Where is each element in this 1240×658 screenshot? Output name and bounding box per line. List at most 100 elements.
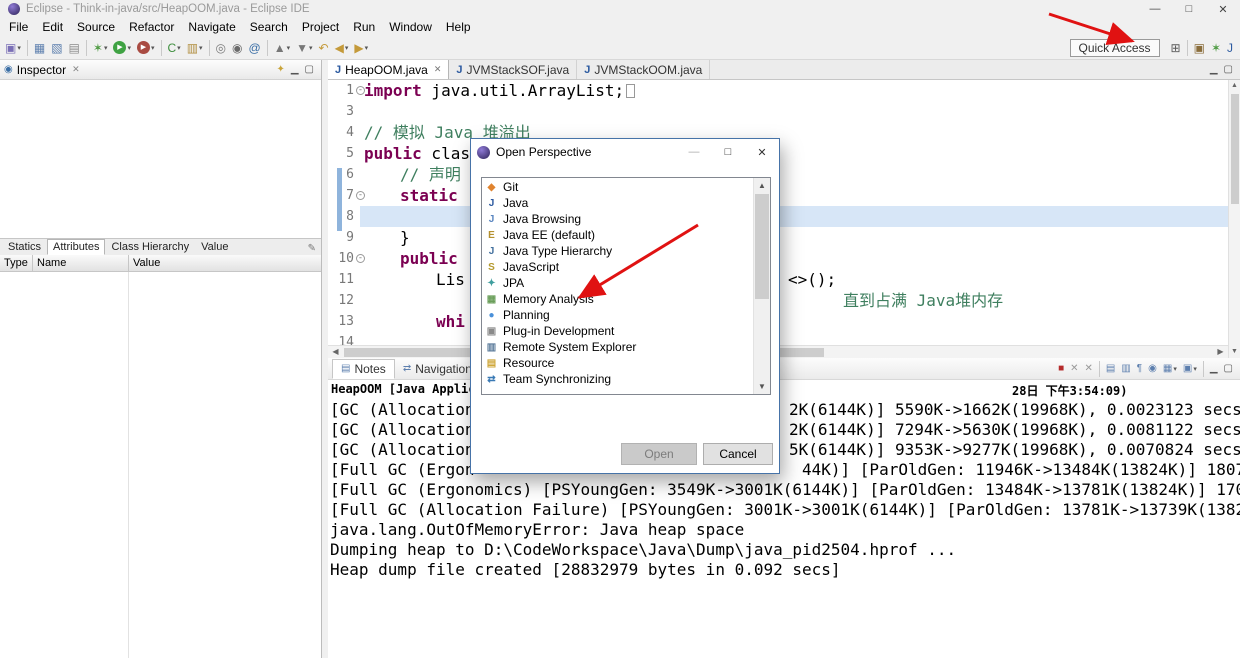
minimize-view-button[interactable]: ▁: [288, 60, 302, 80]
back-button[interactable]: ◀ ▾: [332, 38, 352, 58]
tab-inspector[interactable]: ◉ Inspector ✕: [4, 63, 80, 77]
attributes-table-body[interactable]: [0, 272, 321, 658]
tab-value[interactable]: Value: [195, 239, 234, 255]
fold-collapse-icon[interactable]: -: [356, 254, 365, 263]
open-button[interactable]: Open: [621, 443, 697, 465]
perspective-item-javascript[interactable]: S JavaScript: [482, 259, 754, 275]
run-button[interactable]: ▶ ▾: [110, 38, 134, 58]
perspective-jee-button[interactable]: ▣: [1191, 38, 1208, 58]
open-console-button[interactable]: ▣ ▾: [1180, 359, 1200, 379]
perspective-item-java[interactable]: J Java: [482, 195, 754, 211]
menu-item-search[interactable]: Search: [243, 19, 295, 35]
perspective-item-java-type-hierarchy[interactable]: J Java Type Hierarchy: [482, 243, 754, 259]
scroll-down-icon[interactable]: [754, 379, 770, 394]
menu-item-navigate[interactable]: Navigate: [181, 19, 242, 35]
tab-class-hierarchy[interactable]: Class Hierarchy: [105, 239, 195, 255]
perspective-item-planning[interactable]: ● Planning: [482, 307, 754, 323]
search-button[interactable]: ◉: [229, 38, 245, 58]
last-edit-location-button[interactable]: ↶: [316, 38, 332, 58]
scroll-right-icon[interactable]: [1214, 346, 1227, 358]
maximize-view-button[interactable]: ▢: [1221, 359, 1236, 379]
column-header-name[interactable]: Name: [37, 257, 66, 269]
column-header-type[interactable]: Type: [4, 257, 28, 269]
perspective-debug-button[interactable]: ✶: [1208, 38, 1224, 58]
close-tab-icon[interactable]: ✕: [434, 64, 442, 75]
remove-all-launches-button[interactable]: ✕: [1082, 359, 1096, 379]
inspector-body[interactable]: [0, 80, 321, 238]
annotation-prev-button[interactable]: ▲ ▾: [271, 38, 293, 58]
window-minimize-button[interactable]: —: [1138, 0, 1172, 18]
scroll-down-icon[interactable]: [1229, 346, 1240, 358]
tab-jvmstackoom-java[interactable]: J JVMStackOOM.java: [577, 60, 711, 79]
perspective-item-git[interactable]: ◆ Git: [482, 179, 754, 195]
run-external-tools-button[interactable]: ▶ ▾: [134, 38, 158, 58]
menu-item-help[interactable]: Help: [439, 19, 478, 35]
new-wizard-button[interactable]: ▣ ▾: [2, 38, 24, 58]
print-button[interactable]: ▤: [66, 38, 83, 58]
scroll-up-icon[interactable]: [1229, 80, 1240, 92]
menu-item-project[interactable]: Project: [295, 19, 346, 35]
terminate-button[interactable]: ■: [1055, 359, 1067, 379]
menu-item-window[interactable]: Window: [382, 19, 439, 35]
save-all-button[interactable]: ▧: [48, 38, 65, 58]
dialog-close-button[interactable]: ✕: [745, 139, 779, 165]
cancel-button[interactable]: Cancel: [703, 443, 773, 465]
tab-notes[interactable]: ▤ Notes: [332, 358, 395, 379]
maximize-view-button[interactable]: ▢: [302, 60, 317, 80]
new-java-package-button[interactable]: ▥ ▾: [184, 38, 206, 58]
annotation-next-button[interactable]: ▼ ▾: [293, 38, 315, 58]
menu-item-file[interactable]: File: [2, 19, 35, 35]
vertical-scrollbar[interactable]: [1228, 80, 1240, 358]
dialog-title-bar[interactable]: Open Perspective — □ ✕: [471, 139, 779, 165]
maximize-view-button[interactable]: ▢: [1221, 60, 1236, 80]
fold-collapse-icon[interactable]: -: [356, 191, 365, 200]
debug-button[interactable]: ✶ ▾: [90, 38, 111, 58]
window-maximize-button[interactable]: □: [1172, 0, 1206, 18]
perspective-item-java-browsing[interactable]: J Java Browsing: [482, 211, 754, 227]
remove-launch-button[interactable]: ✕: [1067, 359, 1081, 379]
quick-access-button[interactable]: Quick Access: [1069, 38, 1160, 57]
perspective-item-resource[interactable]: ▤ Resource: [482, 355, 754, 371]
display-selected-console-button[interactable]: ▦ ▾: [1160, 359, 1180, 379]
tab-attributes[interactable]: Attributes: [47, 239, 106, 255]
pin-console-button[interactable]: ◉: [1145, 359, 1160, 379]
minimize-view-button[interactable]: ▁: [1207, 60, 1221, 80]
scroll-thumb[interactable]: [755, 194, 769, 299]
dialog-maximize-button[interactable]: □: [711, 139, 745, 165]
perspective-item-memory-analysis[interactable]: ▦ Memory Analysis: [482, 291, 754, 307]
console-output[interactable]: [GC (Allocation 2K(6144K)] 5590K->1662K(1…: [328, 398, 1240, 658]
window-close-button[interactable]: ✕: [1206, 0, 1240, 18]
perspective-item-remote-system-explorer[interactable]: ▥ Remote System Explorer: [482, 339, 754, 355]
view-menu-pen-icon[interactable]: ✎: [308, 243, 321, 255]
dialog-minimize-button[interactable]: —: [677, 139, 711, 165]
tab-statics[interactable]: Statics: [2, 239, 47, 255]
vertical-scroll-thumb[interactable]: [1231, 94, 1239, 204]
external-javadoc-button[interactable]: @: [246, 38, 264, 58]
scroll-left-icon[interactable]: [329, 346, 342, 358]
column-header-value[interactable]: Value: [133, 257, 160, 269]
dialog-scrollbar[interactable]: [753, 178, 770, 394]
tab-jvmstacksof-java[interactable]: J JVMStackSOF.java: [449, 60, 578, 79]
minimize-view-button[interactable]: ▁: [1207, 359, 1221, 379]
menu-item-edit[interactable]: Edit: [35, 19, 70, 35]
menu-item-refactor[interactable]: Refactor: [122, 19, 181, 35]
open-type-button[interactable]: ◎: [213, 38, 229, 58]
fold-collapse-icon[interactable]: -: [356, 86, 365, 95]
perspective-item-plug-in-development[interactable]: ▣ Plug-in Development: [482, 323, 754, 339]
perspective-item-java-ee-default-[interactable]: E Java EE (default): [482, 227, 754, 243]
forward-button[interactable]: ▶ ▾: [351, 38, 371, 58]
perspective-java-button[interactable]: J: [1224, 38, 1236, 58]
close-view-icon[interactable]: ✕: [72, 64, 80, 75]
scroll-up-icon[interactable]: [754, 178, 770, 193]
save-button[interactable]: ▦: [31, 38, 48, 58]
perspective-item-jpa[interactable]: ✦ JPA: [482, 275, 754, 291]
clear-console-button[interactable]: ▤: [1103, 359, 1118, 379]
new-java-class-button[interactable]: C ▾: [165, 38, 184, 58]
view-layout-button[interactable]: ✦: [273, 60, 287, 80]
tab-heapoom-java[interactable]: J HeapOOM.java ✕: [328, 60, 450, 79]
menu-item-run[interactable]: Run: [346, 19, 382, 35]
perspective-list[interactable]: ◆ Git J Java J Java Browsing E Java EE (default…: [481, 177, 771, 395]
scroll-lock-button[interactable]: ▥: [1118, 359, 1133, 379]
word-wrap-button[interactable]: ¶: [1134, 359, 1145, 379]
menu-item-source[interactable]: Source: [70, 19, 122, 35]
